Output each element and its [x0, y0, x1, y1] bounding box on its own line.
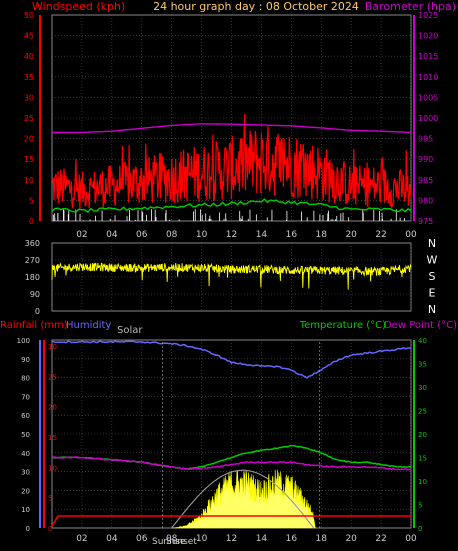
barometer-tick-label: 990 — [418, 155, 433, 164]
windspeed-tick-label: 10 — [24, 176, 34, 185]
x-tick-label: 10 — [196, 230, 208, 240]
humidity-tick-label: 80 — [21, 375, 30, 383]
x-tick-label: 00 — [405, 534, 417, 544]
humidity-tick-label: 10 — [21, 506, 30, 514]
rain-tick-label: 10 — [48, 464, 57, 472]
x-tick-label: 10 — [196, 534, 208, 544]
windspeed-axis-label: Windspeed (kph) — [32, 0, 125, 13]
humidity-tick-label: 50 — [21, 431, 30, 439]
windspeed-tick-label: 5 — [29, 196, 34, 205]
x-tick-label: 06 — [136, 230, 148, 240]
direction-tick-label: 180 — [25, 273, 40, 282]
compass-letter: E — [429, 287, 436, 300]
windspeed-tick-label: 20 — [24, 135, 34, 144]
direction-axis-ticks: 0 90 180 270 360 — [25, 239, 40, 316]
barometer-tick-label: 1005 — [418, 93, 438, 102]
barometer-tick-label: 1010 — [418, 73, 438, 82]
humidity-tick-label: 60 — [21, 412, 30, 420]
barometer-tick-label: 1020 — [418, 32, 438, 41]
temperature-tick-label: 15 — [418, 455, 427, 463]
x-tick-label: 04 — [106, 534, 118, 544]
temperature-tick-label: 40 — [418, 337, 427, 345]
humidity-tick-label: 70 — [21, 393, 30, 401]
humidity-tick-label: 40 — [21, 450, 30, 458]
direction-tick-label: 360 — [25, 239, 40, 248]
humidity-axis-label: Humidity — [66, 320, 111, 331]
temperature-tick-label: 5 — [418, 502, 422, 510]
x-tick-label: 22 — [375, 230, 386, 240]
windspeed-tick-label: 15 — [24, 155, 34, 164]
barometer-tick-label: 975 — [418, 217, 433, 226]
humidity-tick-label: 100 — [17, 337, 30, 345]
barometer-tick-label: 980 — [418, 196, 433, 205]
dewpoint-axis-label: Dew Point (°C) — [384, 320, 457, 331]
sunset-label: Sunset — [166, 537, 197, 547]
compass-labels: NWSEN — [427, 237, 438, 316]
rain-tick-label: 0 — [48, 525, 52, 533]
temperature-tick-label: 30 — [418, 384, 427, 392]
x-tick-label: 12 — [226, 534, 237, 544]
solar-label: Solar — [117, 325, 143, 336]
compass-letter: W — [427, 254, 438, 267]
x-tick-label: 18 — [316, 534, 328, 544]
temperature-tick-label: 25 — [418, 408, 427, 416]
barometer-tick-label: 995 — [418, 135, 433, 144]
x-tick-label: 22 — [375, 534, 386, 544]
rain-tick-label: 5 — [48, 495, 52, 503]
temperature-tick-label: 35 — [418, 361, 427, 369]
x-tick-label: 02 — [76, 230, 87, 240]
x-tick-label: 20 — [345, 230, 357, 240]
rain-tick-label: 15 — [48, 434, 57, 442]
x-tick-label: 14 — [256, 230, 268, 240]
rain-tick-label: 25 — [48, 373, 57, 381]
x-tick-label: 20 — [345, 534, 357, 544]
temperature-tick-label: 10 — [418, 478, 427, 486]
barometer-tick-label: 1015 — [418, 52, 438, 61]
temperature-tick-label: 0 — [418, 525, 422, 533]
humidity-tick-label: 0 — [26, 525, 30, 533]
windspeed-tick-label: 45 — [24, 32, 34, 41]
x-tick-label: 08 — [166, 230, 178, 240]
rain-tick-label: 20 — [48, 404, 57, 412]
windspeed-tick-label: 35 — [24, 73, 34, 82]
windspeed-tick-label: 40 — [24, 52, 34, 61]
x-tick-label: 12 — [226, 230, 237, 240]
windspeed-tick-label: 50 — [24, 11, 34, 20]
windspeed-tick-label: 0 — [29, 217, 34, 226]
rain-tick-label: 30 — [48, 343, 57, 351]
x-tick-label: 04 — [106, 230, 118, 240]
x-tick-label: 16 — [286, 534, 298, 544]
barometer-tick-label: 1025 — [418, 11, 438, 20]
barometer-tick-label: 1000 — [418, 114, 438, 123]
x-tick-label: 00 — [405, 230, 417, 240]
windspeed-tick-label: 30 — [24, 93, 34, 102]
x-tick-label: 14 — [256, 534, 268, 544]
temperature-tick-label: 20 — [418, 431, 427, 439]
barometer-tick-label: 985 — [418, 176, 433, 185]
chart-title: 24 hour graph day : 08 October 2024 — [153, 0, 359, 13]
x-tick-label: 06 — [136, 534, 148, 544]
humidity-tick-label: 20 — [21, 487, 30, 495]
weather-chart: Windspeed (kph) 24 hour graph day : 08 O… — [0, 0, 457, 547]
x-tick-label: 02 — [76, 534, 87, 544]
x-tick-label: 18 — [316, 230, 328, 240]
compass-letter: N — [428, 237, 436, 250]
direction-tick-label: 90 — [30, 290, 40, 299]
barometer-axis-label: Barometer (hpa) — [365, 0, 456, 13]
compass-letter: N — [428, 303, 436, 316]
windspeed-tick-label: 25 — [24, 114, 34, 123]
humidity-tick-label: 90 — [21, 356, 30, 364]
humidity-tick-label: 30 — [21, 469, 30, 477]
temperature-axis-label: Temperature (°C) — [299, 320, 386, 331]
x-tick-label: 16 — [286, 230, 298, 240]
direction-tick-label: 0 — [35, 307, 40, 316]
direction-tick-label: 270 — [25, 256, 40, 265]
compass-letter: S — [429, 270, 436, 283]
rainfall-axis-label: Rainfall (mm) — [0, 320, 68, 331]
